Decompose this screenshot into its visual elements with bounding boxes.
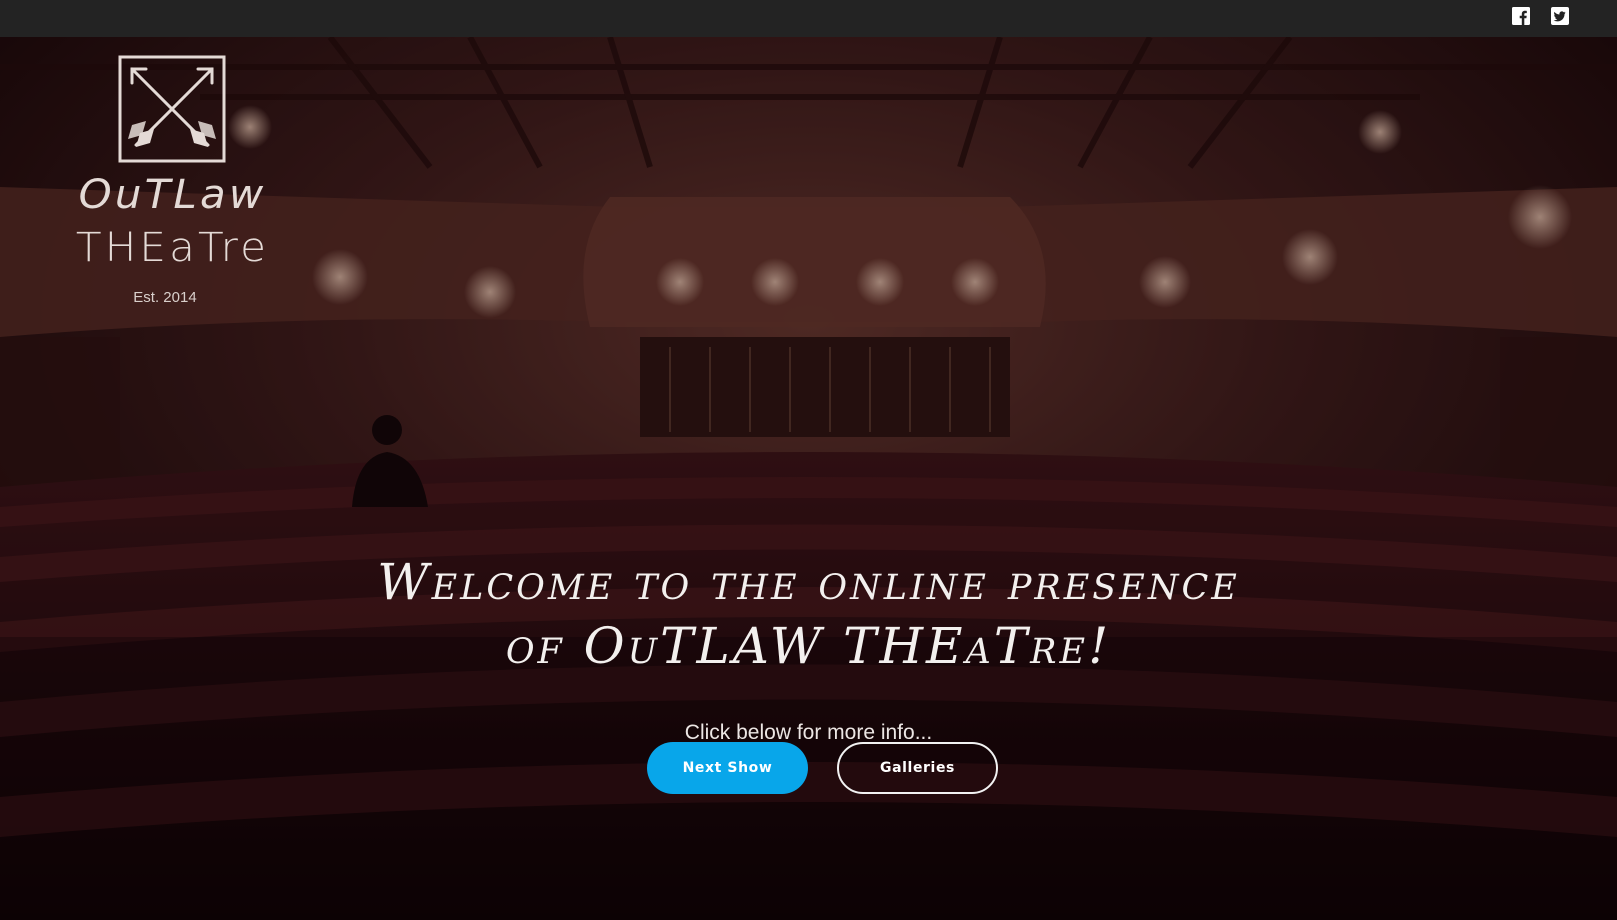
logo-name-line1: OuTLaw (78, 172, 267, 218)
galleries-button[interactable]: Galleries (837, 742, 998, 794)
top-bar (0, 0, 1617, 37)
hero-headline-line1: Welcome to the online presence (377, 553, 1240, 611)
hero-headline: Welcome to the online presence of OuTLAW… (0, 550, 1617, 678)
facebook-icon[interactable] (1512, 7, 1530, 25)
outlaw-theatre-logo[interactable]: OuTLaw THEaTre Est. 2014 (70, 55, 275, 315)
twitter-icon[interactable] (1551, 7, 1569, 25)
hero-section: OuTLaw THEaTre Est. 2014 Welcome to the … (0, 37, 1617, 920)
crossed-arrows-icon (118, 55, 226, 163)
hero-headline-line2: of OuTLAW THEaTre! (505, 617, 1112, 675)
next-show-button[interactable]: Next Show (647, 742, 808, 794)
hero-subtitle: Click below for more info... (684, 721, 933, 744)
logo-established: Est. 2014 (133, 289, 197, 306)
logo-name-line2: THEaTre (75, 225, 270, 271)
